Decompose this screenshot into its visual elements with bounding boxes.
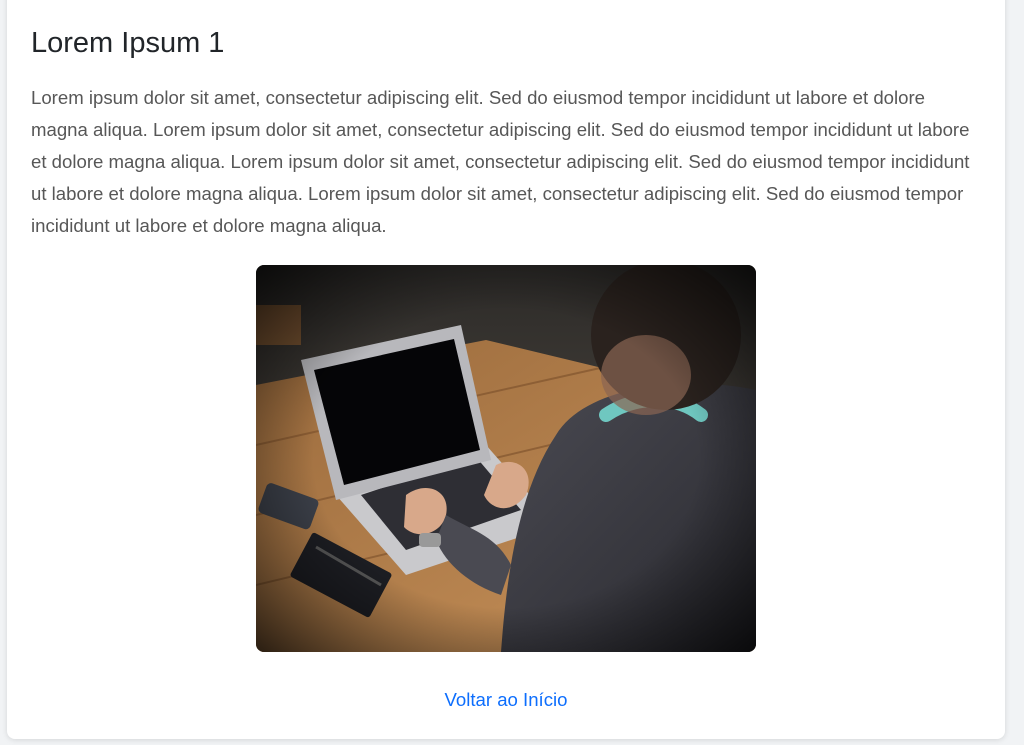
photo-person-laptop-icon [256,265,756,652]
article-body: Lorem ipsum dolor sit amet, consectetur … [31,87,970,236]
page-title: Lorem Ipsum 1 [31,27,225,59]
article-card: Lorem Ipsum 1 Lorem ipsum dolor sit amet… [7,0,1005,739]
back-to-home-link[interactable]: Voltar ao Início [7,687,1005,713]
